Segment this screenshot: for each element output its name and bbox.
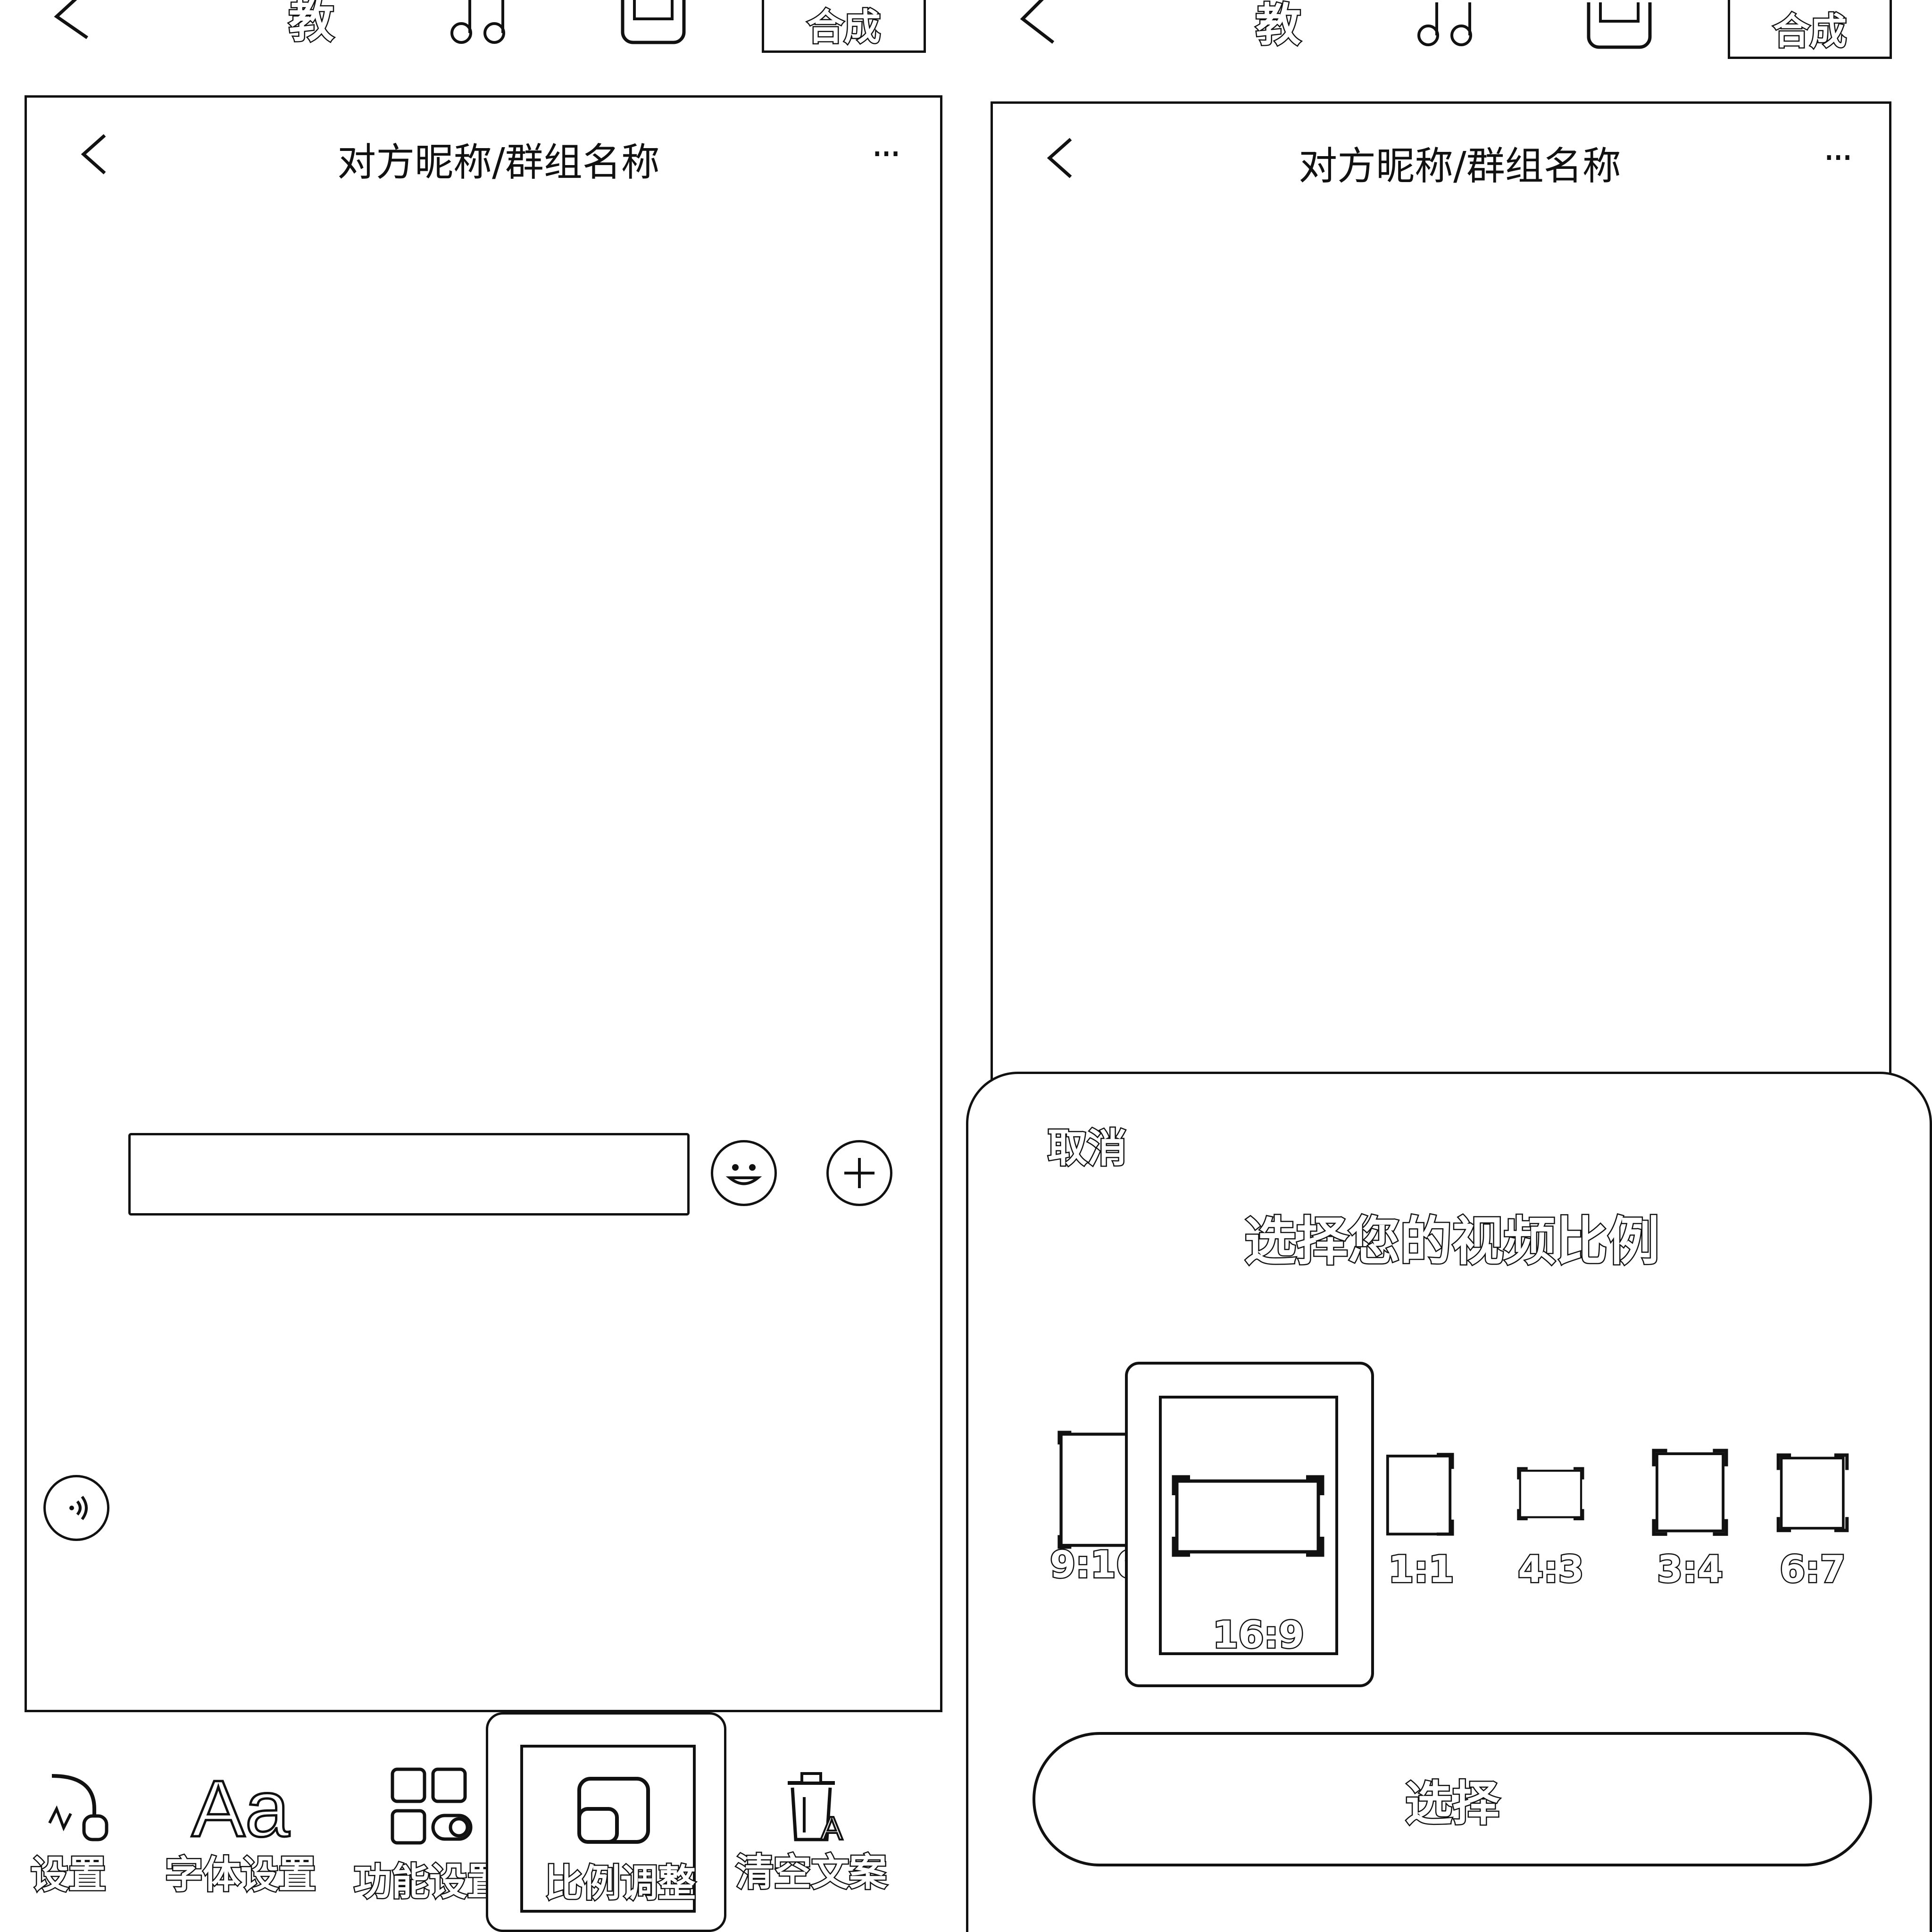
grid-toggle-icon [391,1767,473,1845]
ratio-label: 4:3 [1517,1549,1585,1591]
select-button-label: 选择 [1404,1775,1501,1832]
ratio-frame-icon [1776,1453,1849,1532]
chat-back-icon[interactable] [72,126,114,183]
back-icon[interactable] [1013,0,1060,47]
chat-title: 对方昵称/群组名称 [1299,144,1621,189]
tool-font-settings[interactable]: Aa 字体设置 [160,1764,321,1913]
ratio-label: 3:4 [1656,1549,1724,1591]
phone-frame-icon[interactable] [1584,2,1655,50]
tutorial-label: 教 [288,0,335,48]
tutorial-button[interactable]: 教 [274,0,349,47]
chat-preview: 对方昵称/群组名称 ··· [991,101,1891,1092]
ratio-frame-icon [1386,1453,1454,1536]
tool-function-settings[interactable]: 功能设置 [349,1766,509,1913]
tool-label: 功能设置 [353,1860,506,1904]
ratio-option-6-7[interactable]: 6:7 [1761,1451,1865,1591]
voice-button[interactable] [43,1475,109,1541]
ratio-frame-icon [1517,1467,1584,1521]
plus-icon [844,1158,874,1188]
back-icon[interactable] [47,0,94,42]
ratio-label: 16:9 [1211,1614,1305,1657]
cancel-button[interactable]: 取消 [1046,1116,1128,1174]
ratio-frame-icon [1172,1475,1324,1557]
tutorial-button[interactable]: 教 [1241,0,1316,52]
ratio-option-1-1[interactable]: 1:1 [1374,1451,1468,1591]
chat-title: 对方昵称/群组名称 [337,140,660,185]
more-icon[interactable]: ··· [1823,139,1870,177]
emoji-button[interactable] [711,1140,777,1206]
compose-button[interactable]: 合成 [762,0,926,53]
svg-text:A: A [821,1810,843,1847]
trash-icon: A [788,1772,844,1848]
ratio-option-16-9-selected[interactable]: 16:9 [1125,1362,1374,1687]
voice-icon [69,1496,88,1520]
font-icon: Aa [191,1764,291,1854]
chat-back-icon[interactable] [1038,130,1080,186]
ratio-option-3-4[interactable]: 3:4 [1638,1447,1742,1591]
compose-label: 合成 [806,5,882,50]
sheet-heading: 选择您的视频比例 [1243,1210,1661,1273]
emoji-icon [725,1164,762,1185]
more-icon[interactable]: ··· [871,135,918,173]
message-input-field[interactable] [128,1133,690,1216]
select-button[interactable]: 选择 [1033,1732,1872,1866]
headphone-icon [48,1774,108,1841]
music-note-icon[interactable] [443,0,509,47]
phone-frame-icon[interactable] [618,0,689,45]
ratio-label: 1:1 [1387,1549,1456,1591]
compose-label: 合成 [1772,9,1848,54]
tool-ratio-adjust[interactable]: 比例调整 [486,1712,726,1932]
music-note-icon[interactable] [1410,2,1476,50]
tool-label: 设置 [30,1853,108,1897]
ratio-icon [577,1777,650,1844]
tool-clear-text[interactable]: A 清空文案 [726,1769,896,1910]
ratio-bottom-sheet: 取消 选择您的视频比例 9:16 16:9 1:1 4:3 3:4 6:7 选择 [966,1072,1932,1932]
ratio-option-4-3[interactable]: 4:3 [1492,1466,1610,1591]
tool-label: 比例调整 [544,1861,697,1905]
tool-label: 清空文案 [735,1850,888,1894]
tool-audio-settings[interactable]: 设置 [19,1771,132,1913]
tutorial-label: 教 [1255,0,1302,51]
ratio-frame-icon [1652,1449,1728,1536]
chat-preview: 对方昵称/群组名称 ··· [25,95,942,1712]
ratio-label: 6:7 [1779,1549,1847,1591]
plus-button[interactable] [826,1140,892,1206]
tool-label: 字体设置 [164,1853,317,1897]
compose-button[interactable]: 合成 [1728,0,1892,59]
